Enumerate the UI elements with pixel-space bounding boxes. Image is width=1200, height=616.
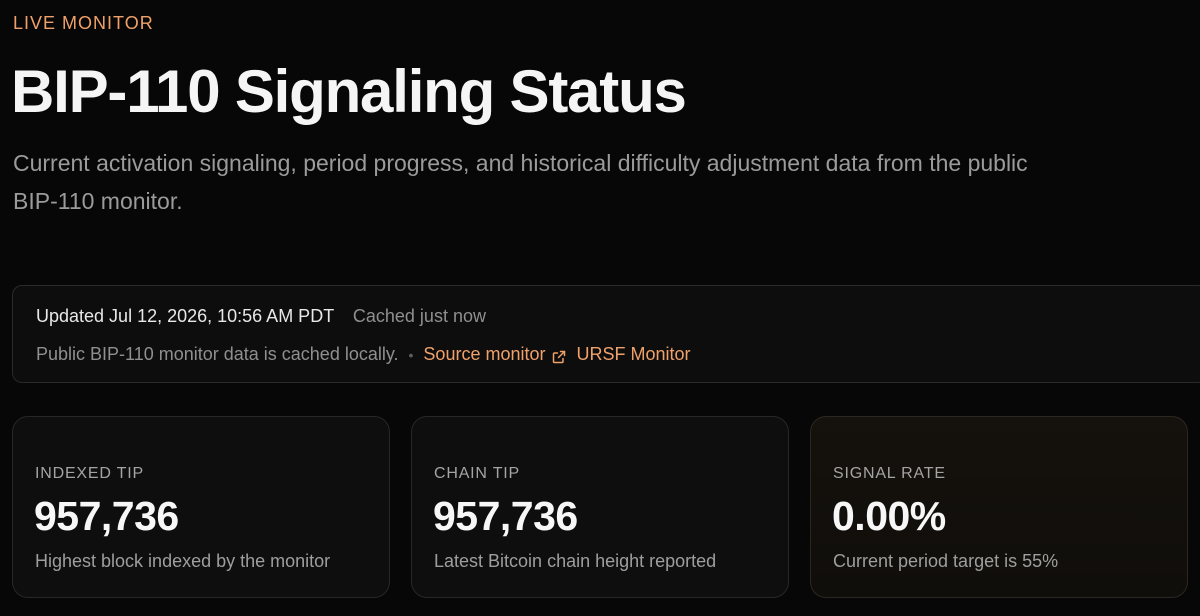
status-updated-row: Updated Jul 12, 2026, 10:56 AM PDT Cache… xyxy=(36,306,486,327)
status-source-row: Public BIP-110 monitor data is cached lo… xyxy=(36,344,691,365)
card-value: 0.00% xyxy=(832,493,946,539)
cache-status: Cached just now xyxy=(352,306,486,326)
separator-dot: • xyxy=(408,346,414,363)
card-value: 957,736 xyxy=(34,493,179,539)
updated-timestamp: Updated Jul 12, 2026, 10:56 AM PDT xyxy=(36,306,334,326)
status-panel: Updated Jul 12, 2026, 10:56 AM PDT Cache… xyxy=(12,285,1200,383)
card-label: CHAIN TIP xyxy=(434,465,521,482)
chain-tip-card: CHAIN TIP 957,736 Latest Bitcoin chain h… xyxy=(411,416,789,598)
external-link-icon[interactable] xyxy=(552,348,566,363)
card-label: SIGNAL RATE xyxy=(833,465,946,482)
card-description: Latest Bitcoin chain height reported xyxy=(434,551,717,571)
card-value: 957,736 xyxy=(433,493,578,539)
indexed-tip-card: INDEXED TIP 957,736 Highest block indexe… xyxy=(12,416,390,598)
signal-rate-card: SIGNAL RATE 0.00% Current period target … xyxy=(810,416,1188,598)
card-description: Current period target is 55% xyxy=(833,551,1059,571)
page-subtitle: Current activation signaling, period pro… xyxy=(13,150,1028,214)
source-monitor-link[interactable]: Source monitor xyxy=(423,344,545,365)
page-title: BIP-110 Signaling Status xyxy=(11,58,687,125)
eyebrow-label: LIVE MONITOR xyxy=(13,13,154,33)
ursf-monitor-link[interactable]: URSF Monitor xyxy=(576,344,690,365)
source-monitor-label: Source monitor xyxy=(423,344,546,364)
card-description: Highest block indexed by the monitor xyxy=(35,551,331,571)
cache-note: Public BIP-110 monitor data is cached lo… xyxy=(36,344,399,364)
card-label: INDEXED TIP xyxy=(35,465,144,482)
